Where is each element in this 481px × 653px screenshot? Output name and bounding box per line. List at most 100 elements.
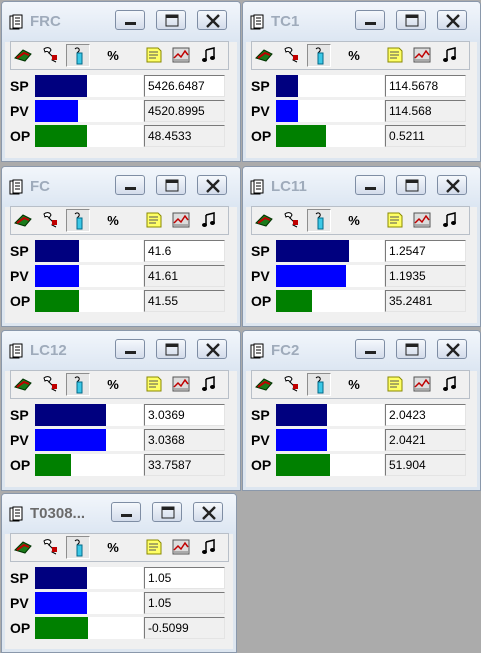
trend-pen-button[interactable] <box>307 44 331 67</box>
title-bar[interactable]: TC1 <box>243 2 480 42</box>
notes-button[interactable] <box>142 373 166 396</box>
title-bar[interactable]: FRC <box>2 2 240 42</box>
faceplate-window-fc[interactable]: FC% SP 41.6 PV 41.61 OP 41.55 <box>1 166 241 327</box>
title-bar[interactable]: LC12 <box>2 331 240 371</box>
percent-toggle-button[interactable]: % <box>101 538 125 558</box>
trend-pen-button[interactable] <box>66 209 90 232</box>
alarm-sound-button[interactable] <box>438 209 462 232</box>
trend-chart-button[interactable] <box>169 373 193 396</box>
notes-button[interactable] <box>383 209 407 232</box>
trend-pen-button[interactable] <box>66 44 90 67</box>
title-bar[interactable]: LC11 <box>243 167 480 207</box>
minimize-button[interactable] <box>355 175 385 195</box>
alarm-sound-button[interactable] <box>197 536 221 559</box>
alarm-sound-button[interactable] <box>438 44 462 67</box>
close-button[interactable] <box>197 175 227 195</box>
maximize-button[interactable] <box>156 10 186 30</box>
faceplate-window-tc1[interactable]: TC1% SP 114.5678 PV 114.568 OP 0.5211 <box>242 1 481 162</box>
sp-bar-fill <box>35 240 79 262</box>
alarm-sound-button[interactable] <box>197 373 221 396</box>
faceplate-button[interactable] <box>11 536 35 559</box>
title-bar[interactable]: FC2 <box>243 331 480 371</box>
faceplate-button[interactable] <box>11 209 35 232</box>
tuning-button[interactable] <box>38 373 62 396</box>
close-button[interactable] <box>197 10 227 30</box>
trend-chart-button[interactable] <box>169 44 193 67</box>
faceplate-toolbar: % <box>10 206 229 235</box>
alarm-sound-button[interactable] <box>438 373 462 396</box>
trend-chart-button[interactable] <box>410 373 434 396</box>
notes-button[interactable] <box>142 44 166 67</box>
title-bar[interactable]: FC <box>2 167 240 207</box>
faceplate-window-lc12[interactable]: LC12% SP 3.0369 PV 3.0368 OP 33.7587 <box>1 330 241 491</box>
faceplate-button[interactable] <box>11 44 35 67</box>
close-button[interactable] <box>197 339 227 359</box>
trend-pen-button[interactable] <box>66 373 90 396</box>
sp-value-field[interactable]: 2.0423 <box>385 404 466 426</box>
sp-value-field[interactable]: 3.0369 <box>144 404 225 426</box>
notes-button[interactable] <box>383 373 407 396</box>
minimize-button[interactable] <box>115 175 145 195</box>
faceplate-window-icon <box>250 179 264 196</box>
title-bar[interactable]: T0308... <box>2 494 236 534</box>
tuning-button[interactable] <box>279 373 303 396</box>
tuning-button[interactable] <box>38 44 62 67</box>
maximize-button[interactable] <box>396 10 426 30</box>
sp-value-field[interactable]: 1.2547 <box>385 240 466 262</box>
trend-pen-button[interactable] <box>307 373 331 396</box>
minimize-button[interactable] <box>111 502 141 522</box>
faceplate-button[interactable] <box>252 373 276 396</box>
sp-value-field[interactable]: 1.05 <box>144 567 225 589</box>
trend-pen-button[interactable] <box>66 536 90 559</box>
maximize-button[interactable] <box>156 175 186 195</box>
faceplate-button[interactable] <box>252 209 276 232</box>
faceplate-window-lc11[interactable]: LC11% SP 1.2547 PV 1.1935 OP 35.2481 <box>242 166 481 327</box>
sp-value-field[interactable]: 114.5678 <box>385 75 466 97</box>
faceplate-button[interactable] <box>11 373 35 396</box>
tuning-button[interactable] <box>38 536 62 559</box>
notes-button[interactable] <box>142 209 166 232</box>
minimize-button[interactable] <box>115 339 145 359</box>
notes-button[interactable] <box>142 536 166 559</box>
close-button[interactable] <box>437 10 467 30</box>
maximize-button[interactable] <box>396 175 426 195</box>
op-value-field: 33.7587 <box>144 454 225 476</box>
close-button[interactable] <box>437 339 467 359</box>
row-pv: PV 2.0421 <box>243 429 480 453</box>
close-button[interactable] <box>193 502 223 522</box>
tuning-button[interactable] <box>279 209 303 232</box>
row-label: SP <box>251 243 270 259</box>
tuning-button[interactable] <box>38 209 62 232</box>
faceplate-window-fc2[interactable]: FC2% SP 2.0423 PV 2.0421 OP 51.904 <box>242 330 481 491</box>
alarm-sound-button[interactable] <box>197 44 221 67</box>
minimize-button[interactable] <box>355 10 385 30</box>
percent-toggle-button[interactable]: % <box>101 211 125 231</box>
trend-chart-button[interactable] <box>169 209 193 232</box>
trend-chart-button[interactable] <box>169 536 193 559</box>
faceplate-window-frc[interactable]: FRC% SP 5426.6487 PV 4520.8995 OP 48.4533 <box>1 1 241 162</box>
trend-pen-button[interactable] <box>307 209 331 232</box>
alarm-sound-button[interactable] <box>197 209 221 232</box>
op-bar <box>35 617 143 639</box>
notes-button[interactable] <box>383 44 407 67</box>
sp-bar <box>276 240 384 262</box>
maximize-button[interactable] <box>396 339 426 359</box>
minimize-button[interactable] <box>115 10 145 30</box>
percent-toggle-button[interactable]: % <box>342 375 366 395</box>
maximize-button[interactable] <box>152 502 182 522</box>
percent-toggle-button[interactable]: % <box>101 375 125 395</box>
maximize-button[interactable] <box>156 339 186 359</box>
sp-value-field[interactable]: 5426.6487 <box>144 75 225 97</box>
percent-toggle-button[interactable]: % <box>101 46 125 66</box>
trend-chart-button[interactable] <box>410 44 434 67</box>
sp-value-field[interactable]: 41.6 <box>144 240 225 262</box>
percent-toggle-button[interactable]: % <box>342 211 366 231</box>
percent-toggle-button[interactable]: % <box>342 46 366 66</box>
row-pv: PV 1.05 <box>2 592 236 616</box>
minimize-button[interactable] <box>355 339 385 359</box>
tuning-button[interactable] <box>279 44 303 67</box>
close-button[interactable] <box>437 175 467 195</box>
faceplate-window-t0308[interactable]: T0308...% SP 1.05 PV 1.05 OP -0.5099 <box>1 493 237 653</box>
faceplate-button[interactable] <box>252 44 276 67</box>
trend-chart-button[interactable] <box>410 209 434 232</box>
